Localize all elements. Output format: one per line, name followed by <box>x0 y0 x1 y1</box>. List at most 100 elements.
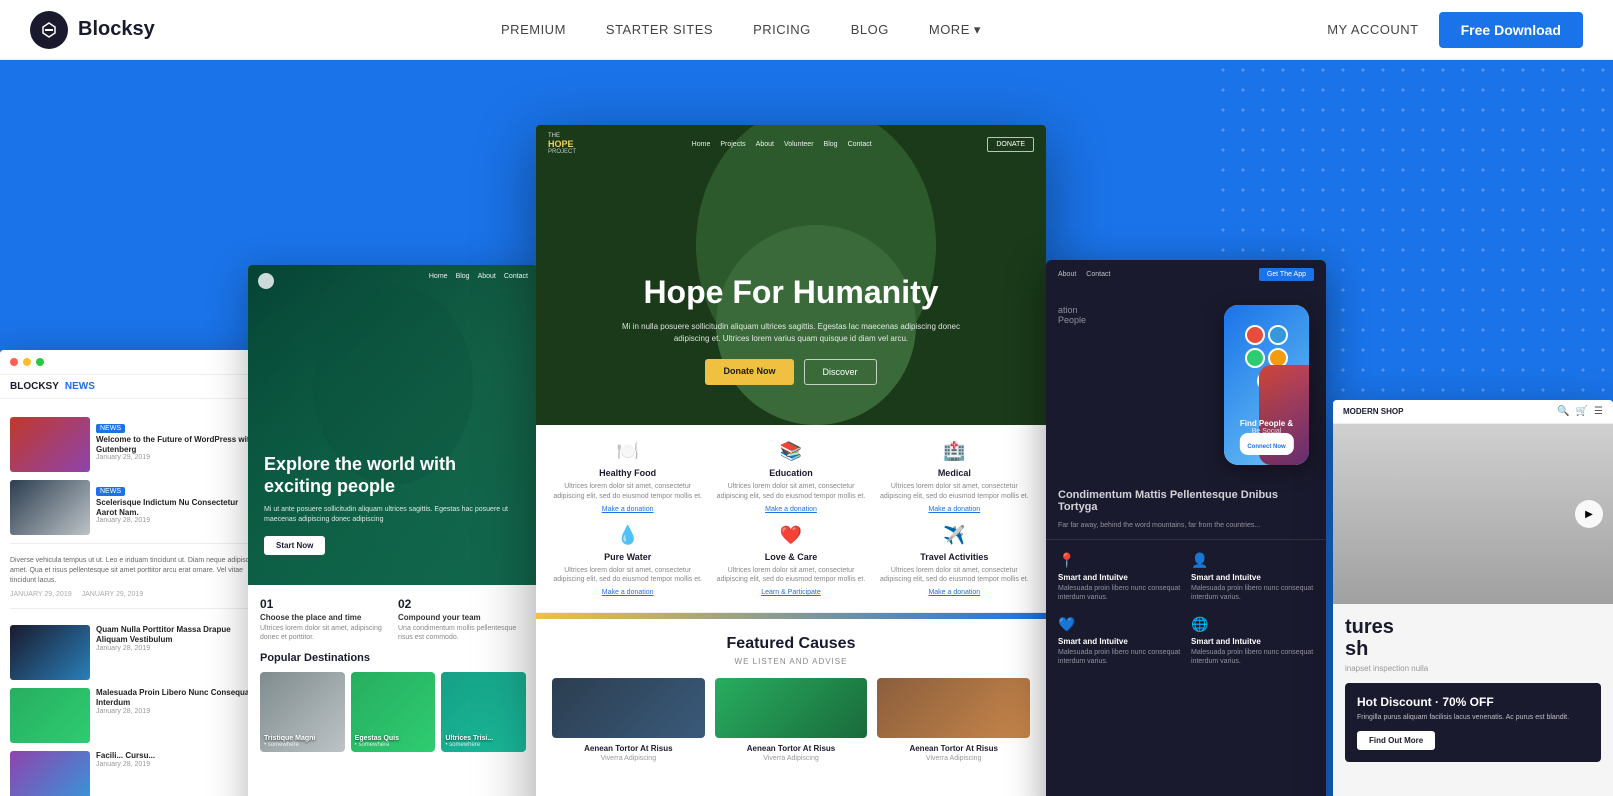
service-desc: Ultrices lorem dolor sit amet, consectet… <box>715 566 866 586</box>
travel-preview: Home Blog About Contact Explore the worl… <box>248 265 538 796</box>
charity-featured-section: Featured Causes WE LISTEN AND ADVISE Aen… <box>536 619 1046 778</box>
app-hero-text: ationPeople <box>1058 305 1214 465</box>
article-row: NEWS Scelerisque Indictum Nu Consectetur… <box>10 480 260 535</box>
charity-service-healthy-food: 🍽️ Healthy Food Ultrices lorem dolor sit… <box>552 441 703 513</box>
cause-3: Aenean Tortor At Risus Viverra Adipiscin… <box>877 678 1030 762</box>
cause-2: Aenean Tortor At Risus Viverra Adipiscin… <box>715 678 868 762</box>
article-title: Welcome to the Future of WordPress with … <box>96 435 260 454</box>
charity-service-travel: ✈️ Travel Activities Ultrices lorem dolo… <box>879 525 1030 597</box>
cause-subtitle: Viverra Adipiscing <box>552 755 705 762</box>
pure-water-icon: 💧 <box>552 525 703 546</box>
article-info: NEWS Scelerisque Indictum Nu Consectetur… <box>96 480 260 535</box>
phone-connect-button[interactable]: Connect Now <box>1239 433 1293 455</box>
destinations-title: Popular Destinations <box>260 652 526 664</box>
service-link[interactable]: Make a donation <box>552 506 703 513</box>
shop-nav: MODERN SHOP 🔍 🛒 ☰ <box>1333 400 1613 424</box>
article-info: Facili... Cursu... January 28, 2019 <box>96 751 260 796</box>
travel-cta-button[interactable]: Start Now <box>264 536 325 555</box>
charity-hero-content: Hope For Humanity Mi in nulla posuere so… <box>536 274 1046 385</box>
nav-blog[interactable]: BLOG <box>851 22 889 37</box>
logo-icon <box>30 11 68 49</box>
article-date: January 29, 2019 <box>96 454 260 461</box>
service-desc: Ultrices lorem dolor sit amet, consectet… <box>552 482 703 502</box>
destination-location: • somewhere <box>355 742 432 748</box>
travel-logo <box>258 273 274 289</box>
menu-icon[interactable]: ☰ <box>1594 406 1603 417</box>
cause-subtitle: Viverra Adipiscing <box>715 755 868 762</box>
service-title: Education <box>715 468 866 478</box>
charity-preview: THE HOPE PROJECT Home Projects About Vol… <box>536 125 1046 796</box>
service-link[interactable]: Make a donation <box>552 589 703 596</box>
service-title: Travel Activities <box>879 552 1030 562</box>
nav-starter-sites[interactable]: STARTER SITES <box>606 22 713 37</box>
shop-find-out-button[interactable]: Find Out More <box>1357 731 1435 750</box>
nav-more[interactable]: MORE ▾ <box>929 22 981 38</box>
article-thumbnail <box>10 417 90 472</box>
service-link[interactable]: Make a donation <box>879 589 1030 596</box>
app-get-app-button[interactable]: Get The App <box>1259 268 1314 281</box>
blog-news-label: NEWS <box>65 381 95 392</box>
app-preview: About Contact Get The App ationPeople <box>1046 260 1326 796</box>
feature-desc: Malesuada proin libero nunc consequat in… <box>1058 584 1181 602</box>
travel-nav-about: About <box>478 273 496 289</box>
article-row: Quam Nulla Porttitor Massa Drapue Aliqua… <box>10 625 260 680</box>
avatar-1 <box>1245 325 1265 345</box>
cause-image-3 <box>877 678 1030 738</box>
article-title: Facili... Cursu... <box>96 751 260 761</box>
travel-body: 01 Choose the place and time Ultrices lo… <box>248 585 538 764</box>
location-icon: 📍 <box>1058 552 1181 569</box>
charity-hero-title: Hope For Humanity <box>536 274 1046 311</box>
destination-name: Egestas Quis <box>355 735 432 742</box>
healthy-food-icon: 🍽️ <box>552 441 703 462</box>
logo[interactable]: Blocksy <box>30 11 155 49</box>
my-account-link[interactable]: MY ACCOUNT <box>1327 22 1418 37</box>
love-care-icon: ❤️ <box>715 525 866 546</box>
shop-hero-image: ▶ <box>1333 424 1613 604</box>
cart-icon[interactable]: 🛒 <box>1576 406 1588 417</box>
app-feature-row-1: 📍 Smart and Intuitve Malesuada proin lib… <box>1058 552 1314 602</box>
travel-images: Tristique Magni • somewhere Egestas Quis… <box>260 672 526 752</box>
article-thumbnail <box>10 625 90 680</box>
shop-discount-title: Hot Discount · 70% OFF <box>1357 695 1589 709</box>
blog-brand: BLOCKSY <box>10 381 59 392</box>
article-thumbnail <box>10 688 90 743</box>
service-desc: Ultrices lorem dolor sit amet, consectet… <box>879 482 1030 502</box>
service-link[interactable]: Learn & Participate <box>715 589 866 596</box>
charity-logo-sub: PROJECT <box>548 149 576 155</box>
main-nav: PREMIUM STARTER SITES PRICING BLOG MORE … <box>501 22 981 38</box>
shop-model-image <box>1333 424 1613 604</box>
charity-discover-button[interactable]: Discover <box>804 359 877 385</box>
heart-icon: 💙 <box>1058 616 1181 633</box>
article-tag: NEWS <box>96 487 125 496</box>
cause-title: Aenean Tortor At Risus <box>552 744 705 753</box>
app-nav-about: About <box>1058 271 1076 278</box>
medical-icon: 🏥 <box>879 441 1030 462</box>
header: Blocksy PREMIUM STARTER SITES PRICING BL… <box>0 0 1613 60</box>
article-info: Quam Nulla Porttitor Massa Drapue Aliqua… <box>96 625 260 680</box>
phone-frame: Find People & Be Social Connect Now <box>1224 305 1309 465</box>
nav-premium[interactable]: PREMIUM <box>501 22 566 37</box>
article-row: NEWS Welcome to the Future of WordPress … <box>10 417 260 472</box>
service-title: Pure Water <box>552 552 703 562</box>
article-date: January 28, 2019 <box>96 708 260 715</box>
app-feature-2: 👤 Smart and Intuitve Malesuada proin lib… <box>1191 552 1314 602</box>
charity-donate-nav-button[interactable]: DONATE <box>987 137 1034 152</box>
app-phone-mockup: Find People & Be Social Connect Now <box>1224 305 1314 465</box>
service-link[interactable]: Make a donation <box>879 506 1030 513</box>
free-download-button[interactable]: Free Download <box>1439 12 1583 48</box>
cause-subtitle: Viverra Adipiscing <box>877 755 1030 762</box>
nav-pricing[interactable]: PRICING <box>753 22 811 37</box>
charity-service-medical: 🏥 Medical Ultrices lorem dolor sit amet,… <box>879 441 1030 513</box>
charity-logo-main: HOPE <box>548 139 576 149</box>
header-right: MY ACCOUNT Free Download <box>1327 12 1583 48</box>
charity-nav-blog: Blog <box>824 141 838 148</box>
destination-name: Ultrices Trisi... <box>445 735 522 742</box>
chevron-down-icon: ▾ <box>974 22 981 38</box>
shop-body: turessh inapset inspection nulla Hot Dis… <box>1333 604 1613 774</box>
service-link[interactable]: Make a donation <box>715 506 866 513</box>
featured-subtitle: WE LISTEN AND ADVISE <box>552 657 1030 666</box>
search-icon[interactable]: 🔍 <box>1557 406 1569 417</box>
charity-donate-button[interactable]: Donate Now <box>705 359 793 385</box>
avatar-2 <box>1268 325 1288 345</box>
shop-play-button[interactable]: ▶ <box>1575 500 1603 528</box>
